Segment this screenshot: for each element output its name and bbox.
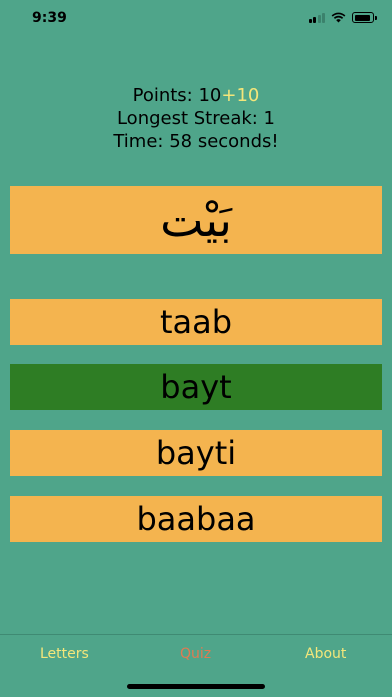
cellular-signal-icon xyxy=(308,12,325,23)
battery-icon xyxy=(352,12,377,23)
time-elapsed: Time: 58 seconds! xyxy=(113,131,279,152)
status-bar: 9:39 xyxy=(0,0,392,40)
answer-option-4[interactable]: baabaa xyxy=(10,496,382,542)
answer-option-1[interactable]: taab xyxy=(10,299,382,345)
answer-option-label: taab xyxy=(159,303,233,341)
tab-quiz[interactable]: Quiz xyxy=(180,646,211,662)
answer-option-3[interactable]: bayti xyxy=(10,430,382,476)
status-icons xyxy=(308,12,377,23)
answer-option-label: baabaa xyxy=(136,500,256,538)
status-time: 9:39 xyxy=(32,10,67,26)
answer-option-label: bayt xyxy=(160,368,232,406)
arabic-word-card: بَيْت xyxy=(10,186,382,254)
answer-option-2[interactable]: bayt xyxy=(10,364,382,410)
tab-letters[interactable]: Letters xyxy=(40,646,89,662)
arabic-word: بَيْت xyxy=(160,193,232,247)
points-line: Points: 10+10 xyxy=(0,84,392,107)
home-indicator[interactable] xyxy=(127,684,265,689)
longest-streak: Longest Streak: 1 xyxy=(116,108,276,129)
tab-about[interactable]: About xyxy=(305,646,346,662)
wifi-icon xyxy=(331,12,346,23)
points-bonus: +10 xyxy=(221,85,260,106)
points-value: 10 xyxy=(198,85,222,106)
answer-option-label: bayti xyxy=(155,434,237,472)
points-label: Points: xyxy=(132,85,199,106)
score-panel: Points: 10+10 Longest Streak: 1 Time: 58… xyxy=(0,84,392,153)
